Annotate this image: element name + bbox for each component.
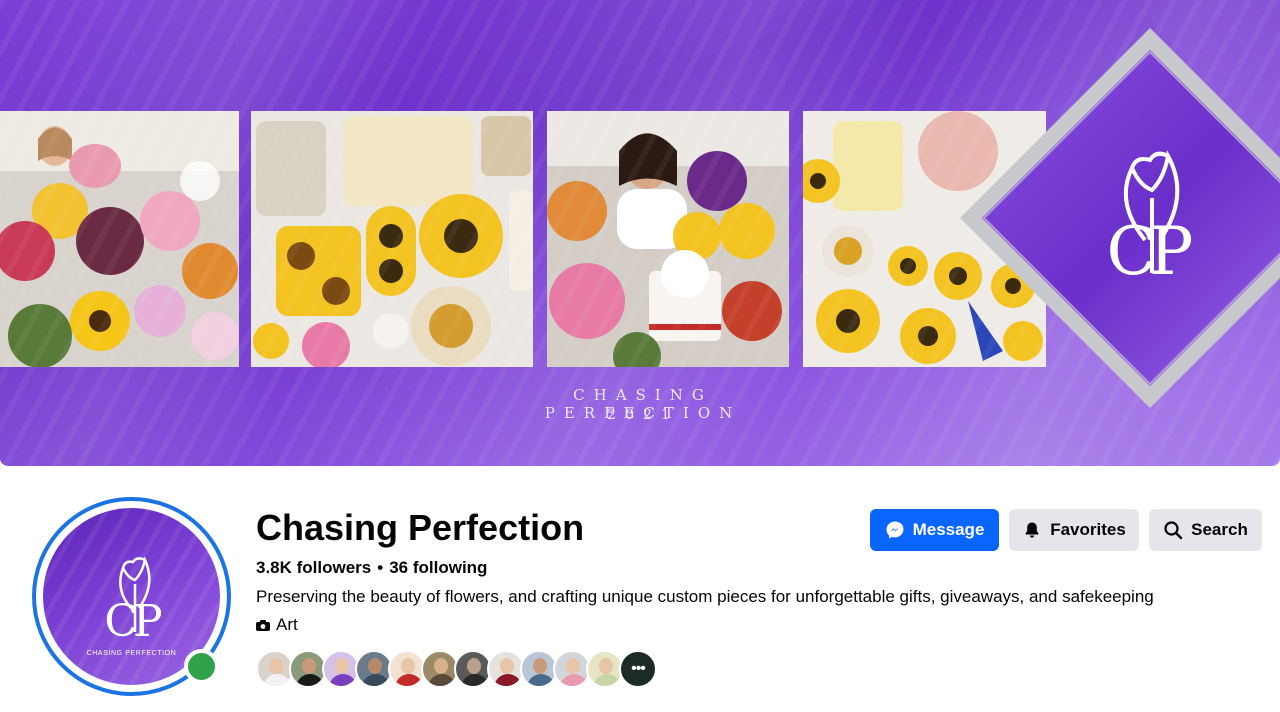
follower-avatars: •••: [256, 650, 657, 690]
search-icon: [1164, 521, 1183, 540]
more-followers-button[interactable]: •••: [619, 650, 657, 688]
profile-picture[interactable]: CP CHASING PERFECTION: [32, 497, 231, 696]
cover-collage-photo-1: [0, 111, 239, 367]
cover-diamond-logo: CP: [960, 28, 1280, 408]
cover-caption-year: 2021: [607, 407, 679, 423]
category-label[interactable]: Art: [276, 615, 298, 635]
search-button-label: Search: [1191, 520, 1248, 539]
avatar-caption: CHASING PERFECTION: [86, 650, 177, 657]
profile-avatar-image: CP CHASING PERFECTION: [43, 508, 220, 685]
cover-collage-photo-2: [251, 111, 533, 367]
cover-collage-photo-3: [547, 111, 789, 367]
favorites-button[interactable]: Favorites: [1009, 509, 1139, 551]
page-category: Art: [256, 615, 298, 635]
bell-icon: [1025, 522, 1039, 538]
message-button[interactable]: Message: [870, 509, 999, 551]
following-link[interactable]: 36 following: [389, 558, 487, 577]
follow-stats: 3.8K followers • 36 following: [256, 558, 487, 578]
message-button-label: Message: [912, 520, 985, 539]
search-button[interactable]: Search: [1149, 509, 1262, 551]
followers-link[interactable]: 3.8K followers: [256, 558, 371, 577]
svg-text:CP: CP: [1107, 213, 1192, 290]
page-bio: Preserving the beauty of flowers, and cr…: [256, 587, 1154, 606]
favorites-button-label: Favorites: [1050, 520, 1126, 539]
cover-photo[interactable]: CHASING PERFECTION 2021 CP: [0, 0, 1280, 466]
messenger-icon: [886, 521, 904, 539]
stats-separator: •: [377, 558, 384, 577]
page-title: Chasing Perfection: [256, 507, 585, 548]
svg-text:CP: CP: [104, 596, 162, 647]
camera-icon: [256, 619, 270, 631]
